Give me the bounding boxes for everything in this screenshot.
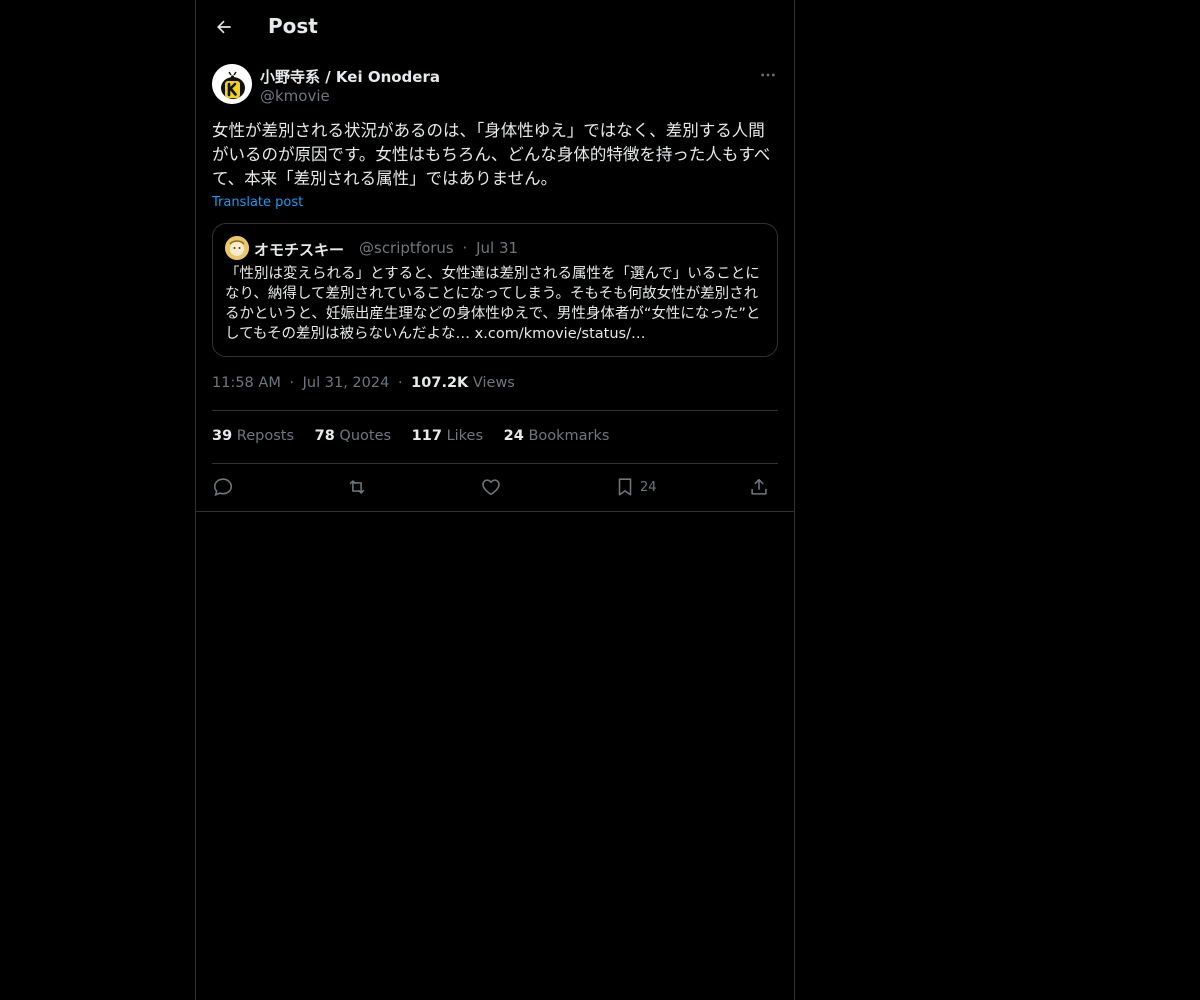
more-options-button[interactable]	[758, 64, 778, 86]
stat-label: Bookmarks	[528, 428, 610, 444]
stat-label: Likes	[446, 428, 484, 444]
post-column: Post 小野寺系 / Kei Onodera @kmovie 女性が差別される…	[195, 0, 795, 1000]
translate-post-link[interactable]: Translate post	[212, 195, 303, 210]
share-icon	[751, 478, 767, 495]
bookmark-button[interactable]: 24	[614, 472, 657, 502]
post-timestamp: 11:58 AM · Jul 31, 2024 · 107.2K Views	[212, 375, 515, 391]
repost-button[interactable]	[346, 472, 368, 502]
page-title: Post	[268, 14, 318, 38]
divider	[212, 463, 778, 464]
stat-count: 117	[411, 428, 442, 444]
post-author: 小野寺系 / Kei Onodera @kmovie	[212, 64, 778, 106]
quotes-stat[interactable]: 78 Quotes	[315, 428, 391, 444]
like-button[interactable]	[480, 472, 502, 502]
quoted-meta: @scriptforus · Jul 31	[359, 239, 518, 257]
stat-count: 78	[314, 428, 335, 444]
likes-stat[interactable]: 117 Likes	[412, 428, 483, 444]
avatar-image	[212, 64, 252, 104]
divider	[212, 410, 778, 411]
post-date[interactable]: Jul 31, 2024	[303, 375, 390, 391]
separator-dot: ·	[289, 375, 295, 391]
reposts-stat[interactable]: 39 Reposts	[212, 428, 294, 444]
quoted-avatar	[225, 236, 249, 260]
separator-dot: ·	[397, 375, 403, 391]
post-time[interactable]: 11:58 AM	[212, 375, 281, 391]
action-bar: 24	[212, 472, 778, 502]
bookmark-icon	[618, 478, 632, 496]
like-icon	[482, 479, 500, 496]
post-text: 女性が差別される状況があるのは、「身体性ゆえ」ではなく、差別する人間がいるのが原…	[212, 121, 771, 188]
author-handle[interactable]: @kmovie	[260, 87, 330, 105]
arrow-left-icon	[217, 20, 231, 34]
quoted-author-handle[interactable]: @scriptforus	[359, 239, 454, 257]
stat-count: 24	[503, 428, 524, 444]
quoted-post-header: オモチスキー @scriptforus · Jul 31	[225, 236, 765, 260]
avatar[interactable]	[212, 64, 252, 104]
back-button[interactable]	[208, 11, 240, 43]
repost-icon	[349, 480, 365, 494]
reply-button[interactable]	[212, 472, 234, 502]
engagement-stats: 39 Reposts 78 Quotes 117 Likes 24 Bookma…	[212, 428, 625, 444]
quoted-post-text: 「性別は変えられる」とすると、女性達は差別される属性を「選んで」いることになり、…	[225, 266, 761, 342]
top-bar: Post	[196, 0, 794, 54]
share-button[interactable]	[748, 472, 770, 502]
views-label: Views	[472, 375, 515, 391]
stat-label: Reposts	[236, 428, 295, 444]
separator-dot: ·	[462, 239, 468, 257]
post-bottom-border	[196, 511, 794, 512]
quoted-post[interactable]: オモチスキー @scriptforus · Jul 31 「性別は変えられる」と…	[212, 223, 778, 357]
stat-count: 39	[212, 428, 233, 444]
stat-label: Quotes	[339, 428, 392, 444]
reply-icon	[213, 478, 233, 497]
quoted-date[interactable]: Jul 31	[476, 239, 518, 257]
quoted-author-name[interactable]: オモチスキー	[254, 239, 344, 260]
quoted-avatar-image	[225, 236, 249, 260]
bookmark-count: 24	[640, 479, 657, 495]
views-count: 107.2K	[411, 375, 469, 391]
bookmarks-stat[interactable]: 24 Bookmarks	[504, 428, 610, 444]
more-icon	[761, 73, 775, 77]
author-name[interactable]: 小野寺系 / Kei Onodera	[260, 66, 440, 87]
